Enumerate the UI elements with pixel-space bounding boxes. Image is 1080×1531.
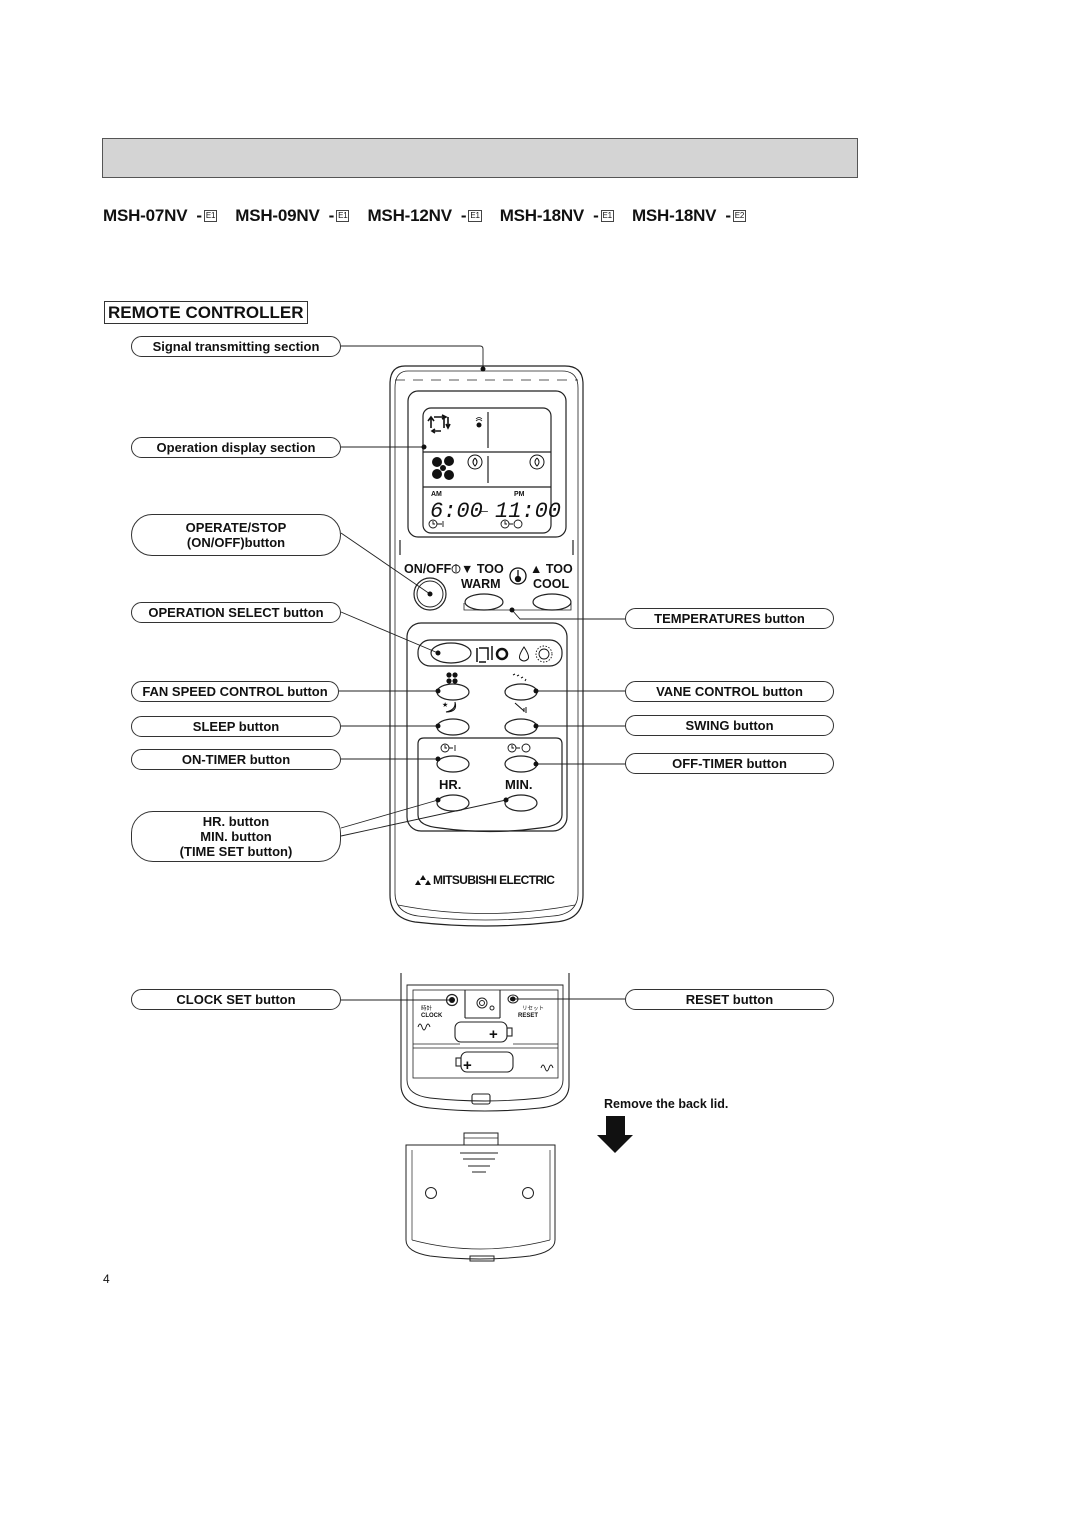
too-cool-button[interactable] — [532, 593, 572, 611]
battery-plus-icon: + — [463, 1057, 472, 1074]
lcd-auto-mode-icon — [427, 414, 451, 434]
vane-control-button[interactable] — [504, 683, 538, 701]
dry-mode-icon — [519, 646, 529, 662]
battery-plus-icon: + — [489, 1026, 498, 1043]
callout-time-set-line1: HR. button — [202, 814, 270, 829]
clock-jp-label: 時計 — [421, 1004, 433, 1012]
sleep-button[interactable] — [436, 718, 470, 736]
brand-label: MITSUBISHI ELECTRIC — [433, 873, 555, 887]
screw-hole-icon — [425, 1187, 437, 1199]
callout-reset: RESET button — [625, 989, 834, 1010]
min-label: MIN. — [505, 777, 532, 792]
arrow-down-icon — [597, 1116, 633, 1153]
too-warm-label-1: ▼ TOO — [461, 562, 504, 576]
lcd-on-time: 6:00 — [430, 499, 483, 524]
callout-swing: SWING button — [625, 715, 834, 736]
heat-mode-icon — [535, 645, 553, 663]
callout-vane-control: VANE CONTROL button — [625, 681, 834, 702]
callout-operation-display: Operation display section — [131, 437, 341, 458]
callout-time-set-line3: (TIME SET button) — [179, 844, 293, 859]
swing-button[interactable] — [504, 718, 538, 736]
remove-back-lid-instruction: Remove the back lid. — [604, 1097, 729, 1111]
auto-mode-icon — [476, 646, 493, 663]
callout-operate-stop: OPERATE/STOP (ON/OFF)button — [131, 514, 341, 556]
off-timer-icon — [507, 743, 531, 753]
lcd-fan-icon — [432, 456, 454, 480]
callout-operation-select: OPERATION SELECT button — [131, 602, 341, 623]
callout-time-set: HR. button MIN. button (TIME SET button) — [131, 811, 341, 862]
vane-icon — [512, 673, 527, 682]
on-timer-icon — [440, 743, 456, 753]
ir-emitter-icon — [476, 997, 495, 1011]
page-number: 4 — [103, 1272, 110, 1286]
hr-label: HR. — [439, 777, 461, 792]
callout-fan-speed: FAN SPEED CONTROL button — [131, 681, 339, 702]
callout-time-set-line2: MIN. button — [200, 829, 272, 844]
on-timer-button[interactable] — [436, 755, 470, 773]
cool-mode-icon — [495, 647, 509, 661]
lcd-vane-swirl-icon — [467, 454, 483, 470]
hr-button[interactable] — [436, 794, 470, 812]
lcd-vane-swirl-icon-right — [529, 454, 545, 470]
callout-off-timer: OFF-TIMER button — [625, 753, 834, 774]
reset-en-label: RESET — [518, 1013, 538, 1019]
fan-speed-button[interactable] — [436, 683, 470, 701]
callout-signal-transmitting: Signal transmitting section — [131, 336, 341, 357]
too-cool-label-1: ▲ TOO — [530, 562, 573, 576]
swing-icon — [514, 702, 527, 713]
off-timer-button[interactable] — [504, 755, 538, 773]
back-lid — [405, 1132, 556, 1262]
callout-temperatures: TEMPERATURES button — [625, 608, 834, 629]
too-warm-button[interactable] — [464, 593, 504, 611]
clock-en-label: CLOCK — [421, 1013, 443, 1019]
lcd-arrow: ← — [476, 501, 491, 518]
callout-on-timer: ON-TIMER button — [131, 749, 341, 770]
lcd-am-label: AM — [431, 491, 442, 498]
too-cool-label-2: COOL — [533, 577, 569, 591]
lcd-signal-icon — [475, 417, 483, 428]
callout-operate-stop-line1: OPERATE/STOP — [185, 520, 287, 535]
battery-spring-icon — [417, 1023, 554, 1072]
onoff-label: ON/OFF — [404, 562, 452, 576]
sleep-moon-icon: ★ — [442, 701, 457, 713]
onoff-symbol-icon — [451, 564, 461, 574]
svg-text:★: ★ — [442, 701, 448, 709]
callout-sleep: SLEEP button — [131, 716, 341, 737]
mitsubishi-logo-icon — [415, 875, 431, 885]
battery-compartment — [400, 973, 570, 1112]
callout-operate-stop-line2: (ON/OFF)button — [186, 535, 286, 550]
callout-clock-set: CLOCK SET button — [131, 989, 341, 1010]
reset-jp-label: リセット — [522, 1005, 544, 1012]
too-warm-label-2: WARM — [461, 577, 501, 591]
thermometer-icon — [509, 567, 527, 585]
lcd-pm-label: PM — [514, 491, 525, 498]
screw-hole-icon — [522, 1187, 534, 1199]
fan-speed-icon — [446, 672, 458, 684]
min-button[interactable] — [504, 794, 538, 812]
